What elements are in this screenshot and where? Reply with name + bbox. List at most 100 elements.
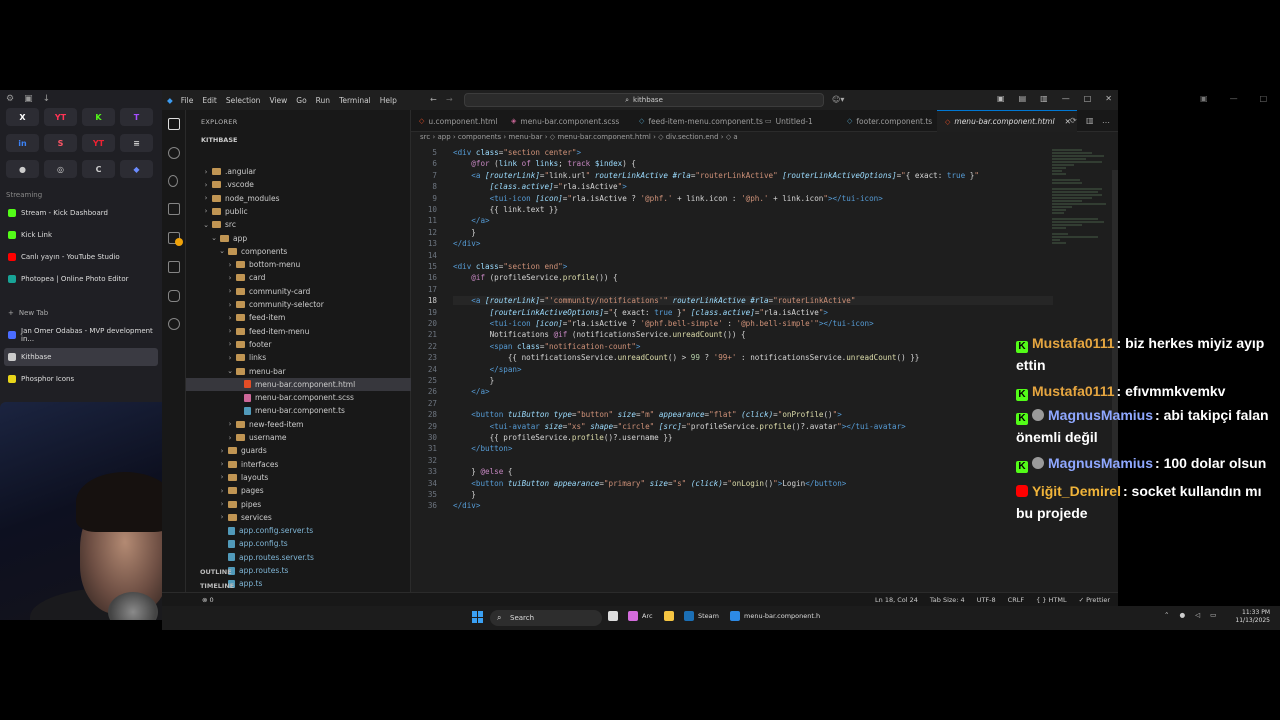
windows-start-icon[interactable] (472, 611, 484, 623)
folder-item[interactable]: › footer (186, 338, 411, 351)
taskbar-item-arc[interactable]: Arc (628, 611, 653, 621)
folder-item[interactable]: ⌄ menu-bar (186, 365, 411, 378)
browser-tab[interactable]: Canlı yayın - YouTube Studio (4, 248, 158, 266)
run-debug-icon[interactable] (168, 203, 180, 215)
pinned-favorite[interactable]: YT (44, 108, 77, 126)
browser-maximize-icon[interactable]: □ (1260, 94, 1268, 103)
browser-tab[interactable]: Kithbase (4, 348, 158, 366)
pinned-favorite[interactable]: ◎ (44, 160, 77, 178)
browser-tab[interactable]: Kick Link (4, 226, 158, 244)
status-item[interactable]: Ln 18, Col 24 (875, 596, 918, 604)
pinned-favorite[interactable]: S (44, 134, 77, 152)
status-item[interactable]: UTF-8 (977, 596, 996, 604)
menu-run[interactable]: Run (316, 96, 330, 105)
editor-tab[interactable]: ◇ menu-bar.component.html ✕ (937, 110, 1077, 132)
testing-icon[interactable] (168, 318, 180, 330)
taskbar-item-steam[interactable]: Steam (684, 611, 719, 621)
folder-item[interactable]: › links (186, 351, 411, 364)
timeline-section[interactable]: TIMELINE (200, 582, 234, 590)
extensions-icon[interactable] (168, 232, 183, 246)
folder-item[interactable]: › node_modules (186, 192, 411, 205)
browser-tab[interactable]: Stream - Kick Dashboard (4, 204, 158, 222)
task-view-icon[interactable] (608, 611, 618, 621)
split-editor-icon[interactable]: ▥ (1086, 116, 1094, 125)
outline-section[interactable]: OUTLINE (200, 568, 232, 576)
taskbar-search[interactable]: ⌕ Search (490, 610, 602, 626)
pinned-favorite[interactable]: X (6, 108, 39, 126)
folder-item[interactable]: ⌄ components (186, 245, 411, 258)
status-item[interactable]: ✓ Prettier (1079, 596, 1110, 604)
pinned-favorite[interactable]: K (82, 108, 115, 126)
close-icon[interactable]: ✕ (1105, 94, 1112, 103)
source-control-icon[interactable] (168, 175, 178, 187)
pinned-favorite[interactable]: ● (6, 160, 39, 178)
pinned-favorite[interactable]: ◆ (120, 160, 153, 178)
editor-tab[interactable]: ◇ footer.component.ts (839, 110, 932, 132)
folder-item[interactable]: › interfaces (186, 458, 411, 471)
folder-item[interactable]: › layouts (186, 471, 411, 484)
back-arrow-icon[interactable]: ← (430, 95, 437, 104)
folder-item[interactable]: › community-selector (186, 298, 411, 311)
menu-terminal[interactable]: Terminal (339, 96, 371, 105)
browser-tab[interactable]: Phosphor Icons (4, 370, 158, 388)
file-item[interactable]: app.config.ts (186, 537, 411, 550)
problems-count[interactable]: ⊗ 0 (202, 596, 214, 604)
menu-file[interactable]: File (181, 96, 194, 105)
pinned-favorite[interactable]: T (120, 108, 153, 126)
maximize-icon[interactable]: □ (1084, 94, 1092, 103)
folder-item[interactable]: › card (186, 271, 411, 284)
compare-icon[interactable]: ⟳ (1070, 116, 1077, 125)
folder-item[interactable]: › .angular (186, 165, 411, 178)
new-tab-button[interactable]: + New Tab (4, 304, 158, 322)
copilot-icon[interactable]: ☺▾ (832, 95, 844, 104)
browser-minimize-icon[interactable]: — (1230, 94, 1238, 103)
system-tray[interactable]: ⌃ ● ◁ ▭ (1164, 611, 1216, 619)
folder-item[interactable]: ⌄ app (186, 232, 411, 245)
folder-item[interactable]: › pages (186, 484, 411, 497)
pinned-favorite[interactable]: in (6, 134, 39, 152)
status-item[interactable]: { } HTML (1036, 596, 1067, 604)
menu-help[interactable]: Help (380, 96, 397, 105)
search-icon[interactable] (168, 147, 180, 159)
folder-item[interactable]: › new-feed-item (186, 418, 411, 431)
browser-sidebar-icon[interactable]: ▣ (1200, 94, 1208, 103)
download-icon[interactable]: ↓ (43, 94, 51, 104)
file-explorer-icon[interactable] (664, 611, 674, 621)
menu-view[interactable]: View (269, 96, 287, 105)
status-item[interactable]: CRLF (1008, 596, 1024, 604)
folder-item[interactable]: › bottom-menu (186, 258, 411, 271)
file-item[interactable]: menu-bar.component.ts (186, 404, 411, 417)
editor-tab[interactable]: ◈ menu-bar.component.scss (503, 110, 623, 132)
remote-explorer-icon[interactable] (168, 261, 180, 273)
browser-tab[interactable]: Jan Omer Odabas - MVP development in... (4, 326, 158, 344)
layout-icon[interactable]: ▣ (997, 94, 1005, 103)
menu-edit[interactable]: Edit (202, 96, 217, 105)
menu-go[interactable]: Go (296, 96, 306, 105)
editor-tab[interactable]: ▭ Untitled-1 (757, 110, 833, 132)
browser-tab[interactable]: Photopea | Online Photo Editor (4, 270, 158, 288)
folder-item[interactable]: › .vscode (186, 178, 411, 191)
folder-item[interactable]: › community-card (186, 285, 411, 298)
forward-arrow-icon[interactable]: → (446, 95, 453, 104)
minimap[interactable] (1052, 148, 1108, 244)
minimize-icon[interactable]: — (1062, 94, 1070, 103)
pinned-favorite[interactable]: ≡ (120, 134, 153, 152)
file-item[interactable]: app.config.server.ts (186, 524, 411, 537)
folder-item[interactable]: › pipes (186, 498, 411, 511)
folder-item[interactable]: › feed-item-menu (186, 325, 411, 338)
settings-icon[interactable]: ⚙ (6, 94, 14, 104)
clock[interactable]: 11:33 PM 11/13/2025 (1235, 609, 1270, 625)
editor-tab[interactable]: ◇ feed-item-menu.component.ts (631, 110, 763, 132)
menu-selection[interactable]: Selection (226, 96, 261, 105)
folder-item[interactable]: › public (186, 205, 411, 218)
explorer-icon[interactable] (168, 118, 180, 130)
more-actions-icon[interactable]: … (1102, 116, 1110, 125)
code-editor[interactable]: 5 <div class="section center"> 6 @for (lin… (411, 148, 1061, 558)
sidebar-toggle-icon[interactable]: ▣ (24, 94, 33, 104)
file-item[interactable]: menu-bar.component.html (186, 377, 411, 391)
folder-item[interactable]: › guards (186, 444, 411, 457)
pinned-favorite[interactable]: C (82, 160, 115, 178)
folder-item[interactable]: › feed-item (186, 311, 411, 324)
folder-item[interactable]: › services (186, 511, 411, 524)
taskbar-item-vscode[interactable]: menu-bar.component.h (730, 611, 820, 621)
